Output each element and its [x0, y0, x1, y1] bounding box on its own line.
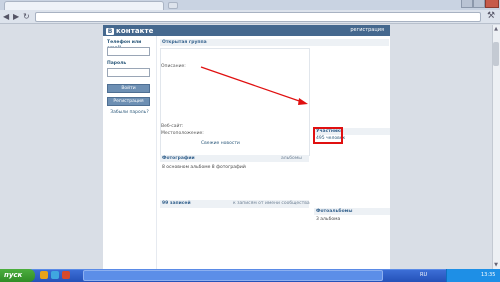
tab-strip	[0, 0, 500, 10]
register-link[interactable]: регистрация	[350, 27, 384, 34]
group-type-title: Открытая группа	[160, 39, 389, 46]
clock: 13:35	[481, 272, 496, 278]
albums-count: 3 альбома	[316, 217, 341, 222]
browser-tab[interactable]	[4, 1, 164, 10]
password-label: Пароль	[107, 61, 127, 66]
maximize-button[interactable]	[473, 0, 485, 8]
browser-chrome: ◀ ▶ ↻ ⚒	[0, 0, 500, 24]
taskbar-browser-window[interactable]	[83, 270, 383, 281]
wall-community-link[interactable]: к записям от имени сообщества	[233, 200, 310, 208]
login-button[interactable]: Войти	[107, 84, 150, 93]
location-label: Местоположение:	[161, 131, 204, 136]
new-tab-button[interactable]	[168, 2, 178, 9]
forward-icon[interactable]: ▶	[13, 12, 19, 22]
fresh-news-link[interactable]: Свежие новости	[201, 141, 240, 146]
reload-icon[interactable]: ↻	[23, 12, 30, 22]
albums-header[interactable]: Фотоальбомы	[314, 208, 390, 215]
close-window-button[interactable]	[485, 0, 499, 8]
scroll-up-icon[interactable]: ▲	[493, 26, 499, 32]
start-button[interactable]: пуск	[0, 269, 35, 282]
site-header: В контакте регистрация	[103, 25, 390, 36]
password-input[interactable]	[107, 68, 150, 77]
back-icon[interactable]: ◀	[3, 12, 9, 22]
website-label: Веб-сайт:	[161, 124, 184, 129]
login-panel: Телефон или email Пароль Войти Регистрац…	[103, 36, 155, 156]
description-label: Описание:	[161, 64, 186, 69]
wrench-menu-icon[interactable]: ⚒	[487, 11, 495, 21]
quicklaunch-icon[interactable]	[51, 271, 59, 279]
scrollbar-thumb[interactable]	[493, 42, 499, 66]
language-indicator[interactable]: RU	[420, 271, 427, 280]
site-logo[interactable]: В контакте	[106, 27, 154, 35]
vk-logo-icon: В	[106, 27, 114, 35]
group-content: Открытая группа Описание: Веб-сайт: Мест…	[156, 36, 390, 269]
quicklaunch-icon[interactable]	[40, 271, 48, 279]
photos-albums-link[interactable]: альбомы	[281, 155, 302, 162]
photos-summary: 8 основном альбоме 8 фотографий	[162, 165, 246, 170]
address-bar[interactable]	[35, 12, 481, 22]
vk-page: В контакте регистрация Телефон или email…	[103, 25, 390, 269]
highlight-box	[313, 127, 343, 144]
minimize-button[interactable]	[461, 0, 473, 8]
quicklaunch-icon[interactable]	[62, 271, 70, 279]
site-brand: контакте	[116, 27, 154, 35]
phone-email-input[interactable]	[107, 47, 150, 56]
forgot-password-link[interactable]: Забыли пароль?	[107, 110, 152, 115]
scroll-down-icon[interactable]: ▼	[493, 262, 499, 268]
register-button[interactable]: Регистрация	[107, 97, 150, 106]
